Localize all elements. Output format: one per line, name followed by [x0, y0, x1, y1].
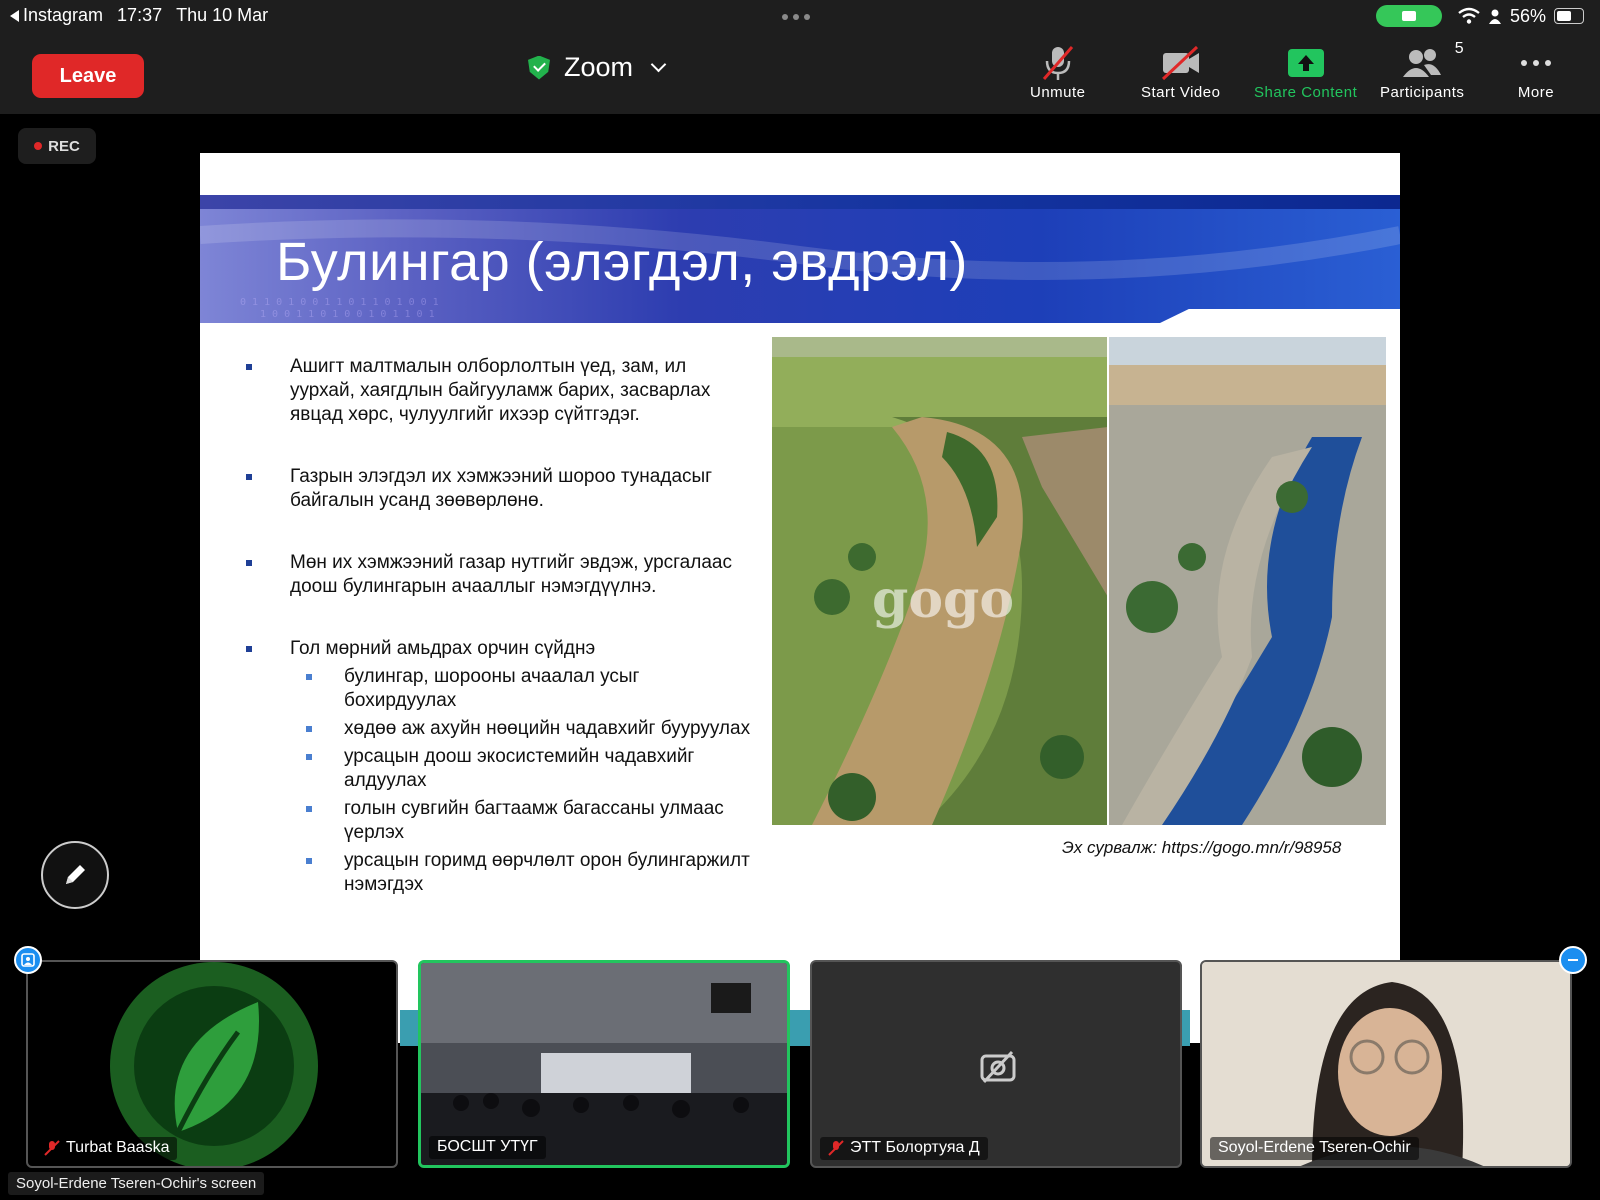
minus-icon	[1568, 959, 1578, 961]
minimize-strip-button[interactable]	[1559, 946, 1587, 974]
participant-name: Turbat Baaska	[66, 1139, 170, 1156]
participant-name: БОСШТ УТҮГ	[437, 1138, 538, 1155]
meeting-title: Zoom	[564, 52, 634, 82]
video-off-icon	[1159, 42, 1203, 84]
participants-button[interactable]: 5 Participants	[1380, 40, 1465, 101]
sub-bullet-list: булингар, шорооны ачаалал усыг бохирдуул…	[244, 665, 754, 897]
pin-view-button[interactable]	[14, 946, 42, 974]
camera-off-icon	[980, 1050, 1016, 1084]
share-content-button[interactable]: Share Content	[1254, 42, 1357, 101]
status-left: Instagram 17:37 Thu 10 Mar	[10, 5, 268, 26]
svg-text:0 1 1 0 1 0 0 1 1 0 1 1 0 1 0: 0 1 1 0 1 0 0 1 1 0 1 1 0 1 0 0 1	[240, 297, 439, 308]
bullet-text: Гол мөрний амьдрах орчин сүйднэ	[290, 638, 596, 659]
bullet-item: Газрын элэгдэл их хэмжээний шороо тунада…	[244, 465, 754, 513]
start-video-label: Start Video	[1141, 84, 1221, 101]
share-content-label: Share Content	[1254, 84, 1358, 101]
participant-name: Soyol-Erdene Tseren-Ochir	[1218, 1139, 1411, 1156]
participants-label: Participants	[1380, 84, 1465, 101]
battery-percent: 56%	[1509, 5, 1546, 26]
unmute-label: Unmute	[1030, 84, 1086, 101]
wifi-icon	[1458, 7, 1480, 24]
sub-bullet-item: урсацын горимд өөрчлөлт орон булингаржил…	[290, 849, 754, 897]
sub-bullet-item: урсацын доош экосистемийн чадавхийг алду…	[290, 745, 754, 793]
start-video-button[interactable]: Start Video	[1141, 42, 1220, 101]
security-shield-icon	[528, 55, 550, 80]
chevron-down-icon	[650, 56, 667, 73]
participant-name: ЭТТ Болортуяа Д	[850, 1139, 980, 1156]
annotate-button[interactable]	[41, 841, 109, 909]
participant-tile-soyol-erdene[interactable]: Soyol-Erdene Tseren-Ochir	[1200, 960, 1572, 1168]
rec-dot-icon	[34, 142, 43, 150]
participant-name-tag: БОСШТ УТҮГ	[429, 1136, 546, 1159]
leave-button[interactable]: Leave	[32, 54, 144, 98]
muted-mic-icon	[1038, 42, 1078, 84]
back-arrow-icon	[10, 9, 19, 22]
more-dots-icon	[1516, 42, 1556, 84]
slide-bullet-list: Ашигт малтмалын олборлолтын үед, зам, ил…	[244, 355, 754, 901]
participant-tile-turbat[interactable]: Turbat Baaska	[26, 960, 398, 1168]
battery-icon	[1554, 8, 1584, 24]
participant-tile-bosasht[interactable]: БОСШТ УТҮГ	[418, 960, 790, 1168]
sub-bullet-item: хөдөө аж ахуйн нөөцийн чадавхийг бууруул…	[290, 717, 754, 741]
unmute-button[interactable]: Unmute	[1030, 42, 1086, 101]
slide-source-caption: Эх сурвалж: https://gogo.mn/r/98958	[1062, 838, 1342, 857]
back-to-app-link[interactable]: Instagram	[10, 5, 103, 26]
more-label: More	[1517, 84, 1555, 101]
participants-icon: 5	[1400, 40, 1464, 84]
shared-slide: 0 1 1 0 1 0 0 1 1 0 1 1 0 1 0 0 1 1 0 0 …	[200, 153, 1400, 1043]
image-watermark: gogo	[872, 569, 1015, 630]
more-button[interactable]: More	[1516, 42, 1556, 101]
svg-text:1 0 0 1 1 0 1 0 0 1 0 1 1 0 1: 1 0 0 1 1 0 1 0 0 1 0 1 1 0 1	[260, 309, 435, 320]
bullet-item: Мөн их хэмжээний газар нутгийг эвдэж, ур…	[244, 551, 754, 599]
back-app-label: Instagram	[23, 5, 104, 25]
participant-name-tag: ЭТТ Болортуяа Д	[820, 1137, 988, 1160]
muted-mic-icon	[828, 1140, 844, 1156]
person-frame-icon	[21, 953, 35, 967]
slide-title: Булингар (элэгдэл, эвдрэл)	[276, 232, 968, 292]
participant-name-tag: Soyol-Erdene Tseren-Ochir	[1210, 1137, 1419, 1160]
participant-tile-bolortuya[interactable]: ЭТТ Болортуяа Д	[810, 960, 1182, 1168]
sub-bullet-item: булингар, шорооны ачаалал усыг бохирдуул…	[290, 665, 754, 713]
zoom-toolbar: Leave Zoom Unmute Start Video Share Cont…	[0, 32, 1600, 114]
recording-indicator[interactable]: REC	[18, 128, 96, 164]
pencil-icon	[66, 865, 85, 884]
sub-bullet-item: голын сувгийн багтаамж багассаны улмаас …	[290, 797, 754, 845]
screen-owner-label: Soyol-Erdene Tseren-Ochir's screen	[8, 1172, 265, 1195]
river-comparison-photo: gogo	[772, 337, 1386, 825]
meeting-title-dropdown[interactable]: Zoom	[528, 52, 667, 83]
person-icon	[1488, 9, 1501, 24]
bullet-item-with-subs: Гол мөрний амьдрах орчин сүйднэ	[244, 637, 754, 661]
bullet-item: Ашигт малтмалын олборлолтын үед, зам, ил…	[244, 355, 754, 427]
status-date: Thu 10 Mar	[176, 5, 269, 25]
muted-mic-icon	[44, 1140, 60, 1156]
camera-in-use-icon	[1375, 5, 1442, 27]
rec-label: REC	[48, 137, 80, 155]
participants-count: 5	[1454, 40, 1465, 57]
status-right: 56%	[1375, 5, 1584, 27]
multitask-dots-icon[interactable]	[782, 14, 810, 20]
share-arrow-icon	[1286, 42, 1326, 84]
participant-name-tag: Turbat Baaska	[36, 1137, 178, 1160]
status-time: 17:37	[117, 5, 163, 25]
ios-status-bar: Instagram 17:37 Thu 10 Mar 56%	[0, 0, 1600, 32]
